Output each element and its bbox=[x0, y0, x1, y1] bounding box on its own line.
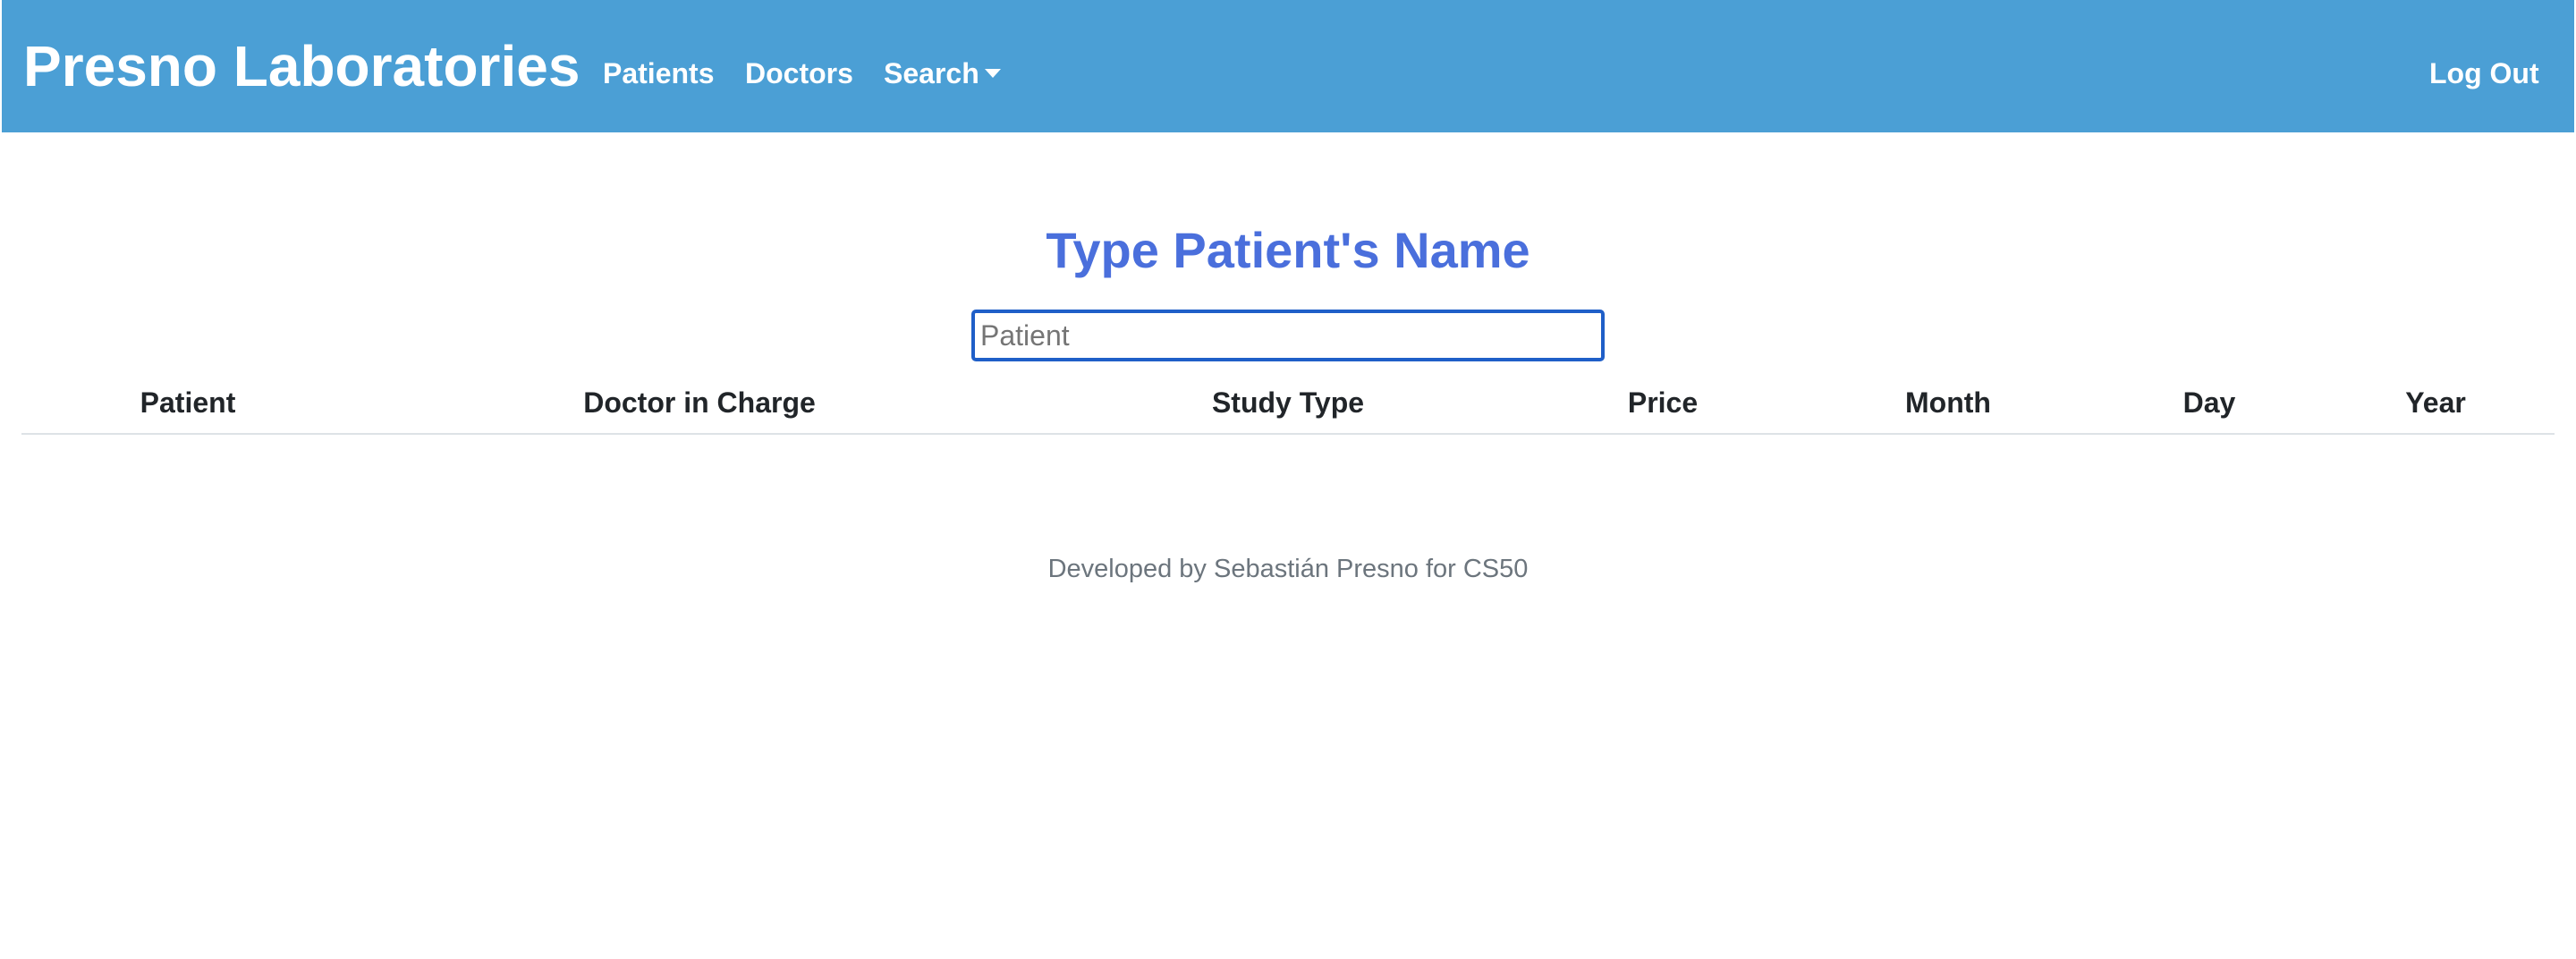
nav-link-doctors[interactable]: Doctors bbox=[745, 54, 853, 93]
nav-link-logout[interactable]: Log Out bbox=[2429, 54, 2539, 93]
caret-down-icon bbox=[984, 68, 1001, 78]
nav-link-patients[interactable]: Patients bbox=[603, 54, 714, 93]
patient-search-input[interactable] bbox=[971, 310, 1605, 361]
footer-credit: Developed by Sebastián Presno for CS50 bbox=[1047, 555, 1529, 583]
navbar: Presno Laboratories Patients Doctors Sea… bbox=[2, 0, 2574, 132]
table-header-row: Patient Doctor in Charge Study Type Pric… bbox=[21, 376, 2555, 435]
column-header-price: Price bbox=[1627, 386, 1699, 419]
column-header-study-type: Study Type bbox=[1211, 386, 1365, 419]
nav-search-label: Search bbox=[884, 57, 979, 89]
column-header-day: Day bbox=[2182, 386, 2236, 419]
page-title: Type Patient's Name bbox=[1046, 222, 1530, 278]
column-header-doctor: Doctor in Charge bbox=[583, 386, 816, 419]
column-header-year: Year bbox=[2405, 386, 2466, 419]
column-header-month: Month bbox=[1905, 386, 1991, 419]
brand-logo[interactable]: Presno Laboratories bbox=[23, 30, 580, 102]
nav-dropdown-search[interactable]: Search bbox=[884, 54, 1001, 93]
column-header-patient: Patient bbox=[140, 386, 236, 419]
